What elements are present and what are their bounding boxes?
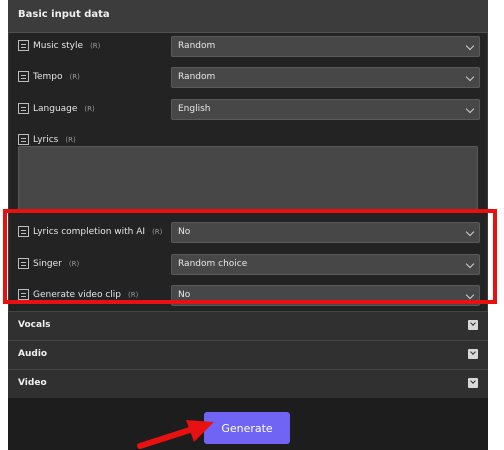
section-audio[interactable]: Audio <box>8 340 488 369</box>
chevron-down-icon <box>465 72 475 82</box>
language-label-text: Language <box>33 103 78 114</box>
list-icon <box>18 71 29 82</box>
lyrics-label-text: Lyrics <box>33 134 59 145</box>
music-style-row: Music style (R) Random <box>8 34 488 62</box>
music-style-label-text: Music style <box>33 40 84 51</box>
header-title: Basic input data <box>18 9 110 20</box>
section-vocals[interactable]: Vocals <box>8 311 488 340</box>
music-style-value: Random <box>178 41 216 51</box>
chevron-down-icon <box>465 104 475 114</box>
required-tag: (R) <box>65 135 76 144</box>
section-video-title: Video <box>18 378 47 388</box>
text-lines-icon <box>18 134 29 145</box>
required-tag: (R) <box>90 41 101 50</box>
chevron-down-icon[interactable] <box>468 349 478 359</box>
required-tag: (R) <box>69 72 80 81</box>
music-style-select[interactable]: Random <box>171 36 480 57</box>
required-tag: (R) <box>84 104 95 113</box>
language-row: Language (R) English <box>8 97 488 125</box>
basic-input-header: Basic input data <box>8 0 488 33</box>
section-video[interactable]: Video <box>8 369 488 398</box>
section-audio-title: Audio <box>18 349 48 359</box>
tempo-value: Random <box>178 72 216 82</box>
chevron-down-icon[interactable] <box>468 320 478 330</box>
music-style-label: Music style (R) <box>18 40 100 51</box>
language-value: English <box>178 104 211 114</box>
tempo-select[interactable]: Random <box>171 67 480 88</box>
tempo-label: Tempo (R) <box>18 71 80 82</box>
language-label: Language (R) <box>18 103 95 114</box>
chevron-down-icon <box>465 41 475 51</box>
highlight-box <box>3 209 497 304</box>
chevron-down-icon[interactable] <box>468 378 478 388</box>
list-icon <box>18 40 29 51</box>
language-select[interactable]: English <box>171 99 480 120</box>
lyrics-textarea[interactable] <box>18 146 478 210</box>
list-icon <box>18 103 29 114</box>
section-vocals-title: Vocals <box>18 320 51 330</box>
tempo-row: Tempo (R) Random <box>8 65 488 93</box>
tempo-label-text: Tempo <box>33 71 63 82</box>
generate-button-label: Generate <box>221 421 273 435</box>
generate-button[interactable]: Generate <box>204 412 290 444</box>
lyrics-label: Lyrics (R) <box>18 134 76 145</box>
